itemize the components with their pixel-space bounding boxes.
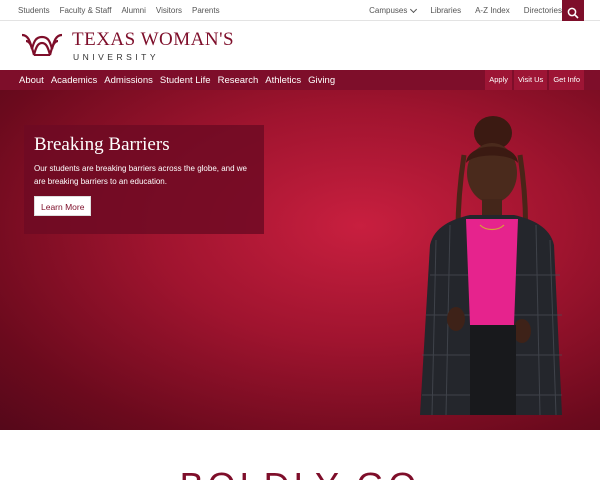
section-heading: BOLDLY GO	[0, 468, 600, 480]
student-photo	[420, 116, 562, 416]
link-visitors[interactable]: Visitors	[156, 6, 182, 15]
brand-subtitle: UNIVERSITY	[73, 52, 160, 62]
link-az-index[interactable]: A-Z Index	[475, 6, 510, 15]
primary-nav-links: About Academics Admissions Student Life …	[19, 70, 342, 90]
link-directories[interactable]: Directories	[524, 6, 562, 15]
audience-links: Students Faculty & Staff Alumni Visitors…	[18, 0, 230, 21]
hero-title: Breaking Barriers	[34, 134, 170, 155]
nav-academics[interactable]: Academics	[51, 75, 97, 86]
link-faculty-staff[interactable]: Faculty & Staff	[60, 6, 112, 15]
visit-us-button[interactable]: Visit Us	[514, 70, 548, 90]
nav-admissions[interactable]: Admissions	[104, 75, 153, 86]
hero-text: Our students are breaking barriers acros…	[34, 164, 248, 186]
hero-banner: Breaking Barriers Our students are break…	[0, 90, 600, 430]
nav-research[interactable]: Research	[218, 75, 259, 86]
action-buttons: Apply Visit Us Get Info	[483, 70, 584, 90]
learn-more-button[interactable]: Learn More	[34, 196, 92, 216]
nav-student-life[interactable]: Student Life	[160, 75, 211, 86]
twu-logo-icon[interactable]	[20, 31, 64, 59]
chevron-down-icon	[410, 5, 418, 13]
campuses-dropdown[interactable]: Campuses	[369, 5, 418, 15]
link-students[interactable]: Students	[18, 6, 50, 15]
link-libraries[interactable]: Libraries	[430, 6, 461, 15]
link-parents[interactable]: Parents	[192, 6, 220, 15]
hero-card: Breaking Barriers Our students are break…	[24, 125, 264, 234]
intro-section: BOLDLY GO	[0, 430, 600, 480]
campuses-label: Campuses	[369, 6, 408, 15]
search-icon	[567, 7, 579, 19]
main-nav: About Academics Admissions Student Life …	[0, 70, 600, 90]
brand-bar: TEXAS WOMAN'S UNIVERSITY	[0, 21, 600, 70]
utility-bar: Students Faculty & Staff Alumni Visitors…	[0, 0, 600, 26]
nav-giving[interactable]: Giving	[308, 75, 335, 86]
brand-name[interactable]: TEXAS WOMAN'S	[72, 30, 234, 50]
nav-athletics[interactable]: Athletics	[265, 75, 301, 86]
get-info-button[interactable]: Get Info	[549, 70, 584, 90]
apply-button[interactable]: Apply	[485, 70, 513, 90]
utility-links: Campuses Libraries A-Z Index Directories	[355, 0, 562, 21]
nav-about[interactable]: About	[19, 75, 44, 86]
link-alumni[interactable]: Alumni	[121, 6, 145, 15]
